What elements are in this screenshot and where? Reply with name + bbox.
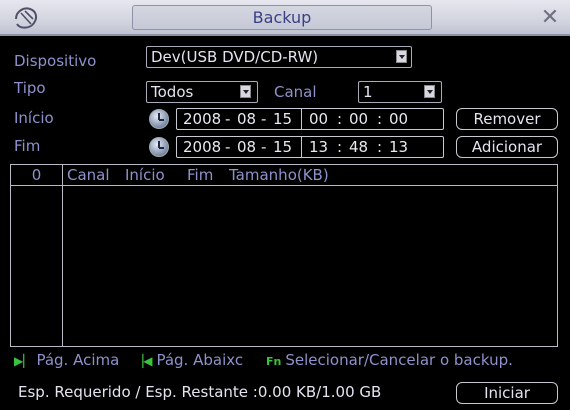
device-select[interactable]: Dev(USB DVD/CD-RW): [146, 46, 412, 68]
window-title: Backup: [132, 5, 432, 30]
clock-icon[interactable]: [149, 109, 169, 129]
start-datetime[interactable]: 2008 - 08 - 15 00 : 00 : 00: [176, 108, 444, 130]
column-header-size[interactable]: Tamanho(KB): [229, 165, 329, 185]
backup-file-table[interactable]: 0 Canal Início Fim Tamanho(KB): [10, 164, 558, 347]
start-minute[interactable]: 00: [349, 109, 368, 129]
device-label: Dispositivo: [14, 52, 97, 70]
end-hour[interactable]: 13: [309, 137, 328, 157]
type-value: Todos: [151, 83, 194, 101]
chevron-down-icon: [240, 85, 251, 98]
start-second[interactable]: 00: [389, 109, 408, 129]
fn-key-icon: Fn: [266, 355, 282, 368]
page-up-hint: ▶▏ Pág. Acima: [14, 351, 120, 369]
start-backup-button[interactable]: Iniciar: [456, 382, 558, 404]
device-value: Dev(USB DVD/CD-RW): [151, 48, 319, 66]
end-datetime[interactable]: 2008 - 08 - 15 13 : 48 : 13: [176, 136, 444, 158]
backup-window: Backup ✕ Dispositivo Dev(USB DVD/CD-RW) …: [0, 0, 570, 410]
start-year[interactable]: 2008: [183, 109, 221, 129]
title-bar: Backup ✕: [0, 0, 570, 36]
column-header-end[interactable]: Fim: [187, 165, 213, 185]
page-down-icon: ▕◀: [134, 354, 153, 368]
channel-label: Canal: [274, 83, 317, 101]
select-cancel-hint: Fn Selecionar/Cancelar o backup.: [266, 351, 513, 369]
close-icon[interactable]: ✕: [538, 6, 562, 30]
end-minute[interactable]: 48: [349, 137, 368, 157]
type-label: Tipo: [14, 79, 46, 97]
start-day[interactable]: 15: [273, 109, 292, 129]
column-header-channel[interactable]: Canal: [67, 165, 110, 185]
channel-select[interactable]: 1: [358, 81, 442, 103]
space-status: Esp. Requerido / Esp. Restante :0.00 KB/…: [18, 383, 382, 401]
channel-value: 1: [363, 83, 373, 101]
type-select[interactable]: Todos: [146, 81, 258, 103]
start-label: Início: [14, 109, 54, 127]
chevron-down-icon: [424, 85, 435, 98]
end-day[interactable]: 15: [273, 137, 292, 157]
start-month[interactable]: 08: [237, 109, 256, 129]
clock-icon[interactable]: [149, 137, 169, 157]
end-year[interactable]: 2008: [183, 137, 221, 157]
add-button[interactable]: Adicionar: [456, 136, 558, 158]
remove-button[interactable]: Remover: [456, 108, 558, 130]
page-down-hint: ▕◀ Pág. Abaixc: [134, 351, 244, 369]
table-header: 0 Canal Início Fim Tamanho(KB): [11, 165, 557, 186]
end-month[interactable]: 08: [237, 137, 256, 157]
start-hour[interactable]: 00: [309, 109, 328, 129]
column-header-start[interactable]: Início: [125, 165, 165, 185]
chevron-down-icon: [396, 50, 407, 63]
file-count: 0: [31, 166, 42, 184]
end-label: Fim: [14, 137, 41, 155]
end-second[interactable]: 13: [389, 137, 408, 157]
logo-icon: [15, 7, 38, 29]
column-divider: [62, 165, 63, 346]
page-up-icon: ▶▏: [14, 354, 33, 368]
